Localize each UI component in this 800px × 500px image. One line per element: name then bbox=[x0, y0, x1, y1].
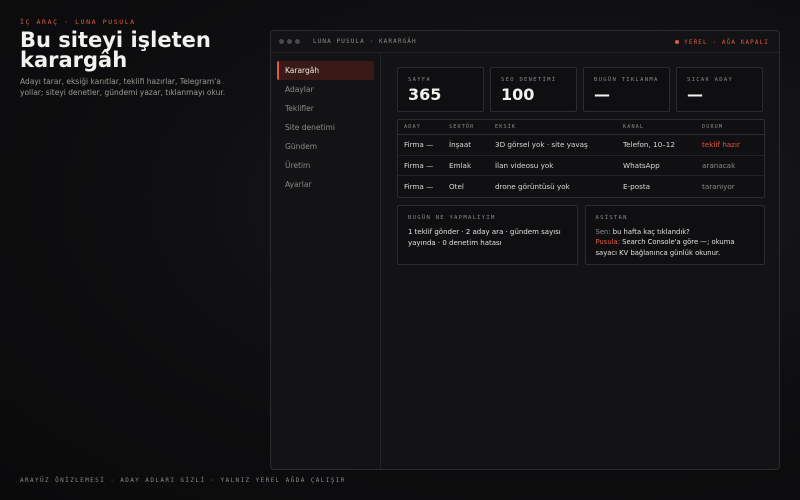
assistant-panel: ASİSTAN Sen: bu hafta kaç tıklandık? Pus… bbox=[584, 204, 765, 265]
cell-candidate: Firma — bbox=[404, 181, 434, 191]
stat-value: 365 bbox=[408, 85, 442, 104]
network-status: YEREL · AĞA KAPALI bbox=[675, 31, 769, 53]
stat-card-pages: SAYFA 365 bbox=[397, 67, 484, 112]
cell-channel: E-posta bbox=[623, 181, 651, 191]
cell-missing: İlan videosu yok bbox=[495, 160, 554, 170]
app-window: LUNA PUSULA · KARARGÂH YEREL · AĞA KAPAL… bbox=[270, 30, 780, 470]
hero-description: Adayı tarar, eksiği kanıtlar, teklifi ha… bbox=[20, 77, 226, 97]
column-header-channel[interactable]: KANAL bbox=[623, 124, 702, 130]
cell-channel: Telefon, 10–12 bbox=[623, 140, 675, 150]
column-header-missing[interactable]: EKSİK bbox=[495, 124, 623, 130]
chat-message-assistant: Pusula: Search Console'a göre —; okuma s… bbox=[596, 237, 755, 258]
footer-note: ARAYÜZ ÖNİZLEMESİ · ADAY ADLARI GİZLİ · … bbox=[20, 477, 346, 484]
sidebar-item-label: Üretim bbox=[285, 161, 311, 170]
stat-label: SAYFA bbox=[408, 77, 432, 83]
stat-card-hot-leads: SICAK ADAY — bbox=[676, 67, 763, 112]
cell-sector: İnşaat bbox=[449, 140, 472, 150]
sidebar-item-adaylar[interactable]: Adaylar bbox=[277, 80, 374, 99]
chat-message-user: Sen: bu hafta kaç tıklandık? bbox=[596, 227, 755, 238]
sidebar-item-label: Site denetimi bbox=[285, 123, 335, 132]
table-row[interactable]: Firma — Emlak İlan videosu yok WhatsApp … bbox=[398, 156, 764, 176]
main-content: SAYFA 365 SEO DENETİMİ 100 BUGÜN TIKLANM… bbox=[397, 67, 765, 265]
chat-sender-assistant: Pusula: bbox=[595, 238, 620, 246]
column-header-sector[interactable]: SEKTÖR bbox=[449, 124, 495, 130]
window-close-dot[interactable] bbox=[279, 39, 284, 44]
stat-card-today-clicks: BUGÜN TIKLANMA — bbox=[583, 67, 670, 112]
hero-title: Bu siteyi işleten karargâh bbox=[20, 28, 211, 72]
today-panel: BUGÜN NE YAPMALIYIM 1 teklif gönder · 2 … bbox=[397, 204, 578, 265]
cell-sector: Emlak bbox=[449, 160, 472, 170]
cell-candidate: Firma — bbox=[404, 160, 434, 170]
table-header-row: ADAY SEKTÖR EKSİK KANAL DURUM bbox=[398, 120, 764, 135]
column-header-status[interactable]: DURUM bbox=[702, 124, 764, 130]
sidebar-item-site-denetimi[interactable]: Site denetimi bbox=[277, 118, 374, 137]
sidebar-item-label: Karargâh bbox=[285, 66, 320, 75]
status-dot-icon bbox=[675, 40, 680, 44]
sidebar-item-gundem[interactable]: Gündem bbox=[277, 137, 374, 156]
window-minimize-dot[interactable] bbox=[287, 39, 292, 44]
cell-candidate: Firma — bbox=[404, 140, 434, 150]
sidebar-item-ayarlar[interactable]: Ayarlar bbox=[277, 175, 374, 194]
cell-status: taranıyor bbox=[702, 181, 735, 191]
sidebar: Karargâh Adaylar Teklifler Site denetimi… bbox=[271, 53, 381, 469]
stat-value: — bbox=[594, 85, 610, 104]
stat-label: BUGÜN TIKLANMA bbox=[594, 77, 659, 83]
stat-label: SICAK ADAY bbox=[687, 77, 734, 83]
leads-table: ADAY SEKTÖR EKSİK KANAL DURUM Firma — İn… bbox=[397, 119, 765, 198]
cell-missing: 3D görsel yok · site yavaş bbox=[495, 140, 588, 150]
chat-sender-user: Sen: bbox=[595, 227, 611, 236]
cell-channel: WhatsApp bbox=[623, 160, 660, 170]
stat-value: 100 bbox=[501, 85, 535, 104]
sidebar-item-teklifler[interactable]: Teklifler bbox=[277, 99, 374, 118]
sidebar-item-label: Adaylar bbox=[285, 85, 314, 94]
stat-value: — bbox=[687, 85, 703, 104]
cell-missing: drone görüntüsü yok bbox=[495, 181, 570, 191]
cell-status: aranacak bbox=[702, 160, 736, 170]
stat-card-seo-audit: SEO DENETİMİ 100 bbox=[490, 67, 577, 112]
panels-row: BUGÜN NE YAPMALIYIM 1 teklif gönder · 2 … bbox=[397, 204, 765, 265]
sidebar-item-karargah[interactable]: Karargâh bbox=[277, 61, 374, 80]
today-panel-label: BUGÜN NE YAPMALIYIM bbox=[408, 214, 496, 221]
cell-status: teklif hazır bbox=[702, 140, 740, 150]
table-row[interactable]: Firma — İnşaat 3D görsel yok · site yava… bbox=[398, 135, 764, 156]
cell-sector: Otel bbox=[449, 181, 464, 191]
chat-text-user: bu hafta kaç tıklandık? bbox=[610, 227, 690, 236]
stats-row: SAYFA 365 SEO DENETİMİ 100 BUGÜN TIKLANM… bbox=[397, 67, 765, 112]
network-status-label: YEREL · AĞA KAPALI bbox=[684, 38, 769, 46]
sidebar-item-uretim[interactable]: Üretim bbox=[277, 156, 374, 175]
eyebrow-label: İÇ ARAÇ · LUNA PUSULA bbox=[20, 18, 136, 26]
sidebar-item-label: Teklifler bbox=[285, 104, 314, 113]
today-panel-text: 1 teklif gönder · 2 aday ara · gündem sa… bbox=[408, 227, 561, 247]
sidebar-item-label: Ayarlar bbox=[285, 180, 312, 189]
stat-label: SEO DENETİMİ bbox=[501, 77, 557, 83]
window-titlebar: LUNA PUSULA · KARARGÂH YEREL · AĞA KAPAL… bbox=[271, 31, 779, 53]
table-row[interactable]: Firma — Otel drone görüntüsü yok E-posta… bbox=[398, 176, 764, 197]
sidebar-item-label: Gündem bbox=[285, 142, 317, 151]
column-header-candidate[interactable]: ADAY bbox=[398, 124, 449, 130]
window-maximize-dot[interactable] bbox=[295, 39, 300, 44]
assistant-panel-label: ASİSTAN bbox=[595, 214, 628, 221]
window-title: LUNA PUSULA · KARARGÂH bbox=[313, 38, 417, 45]
